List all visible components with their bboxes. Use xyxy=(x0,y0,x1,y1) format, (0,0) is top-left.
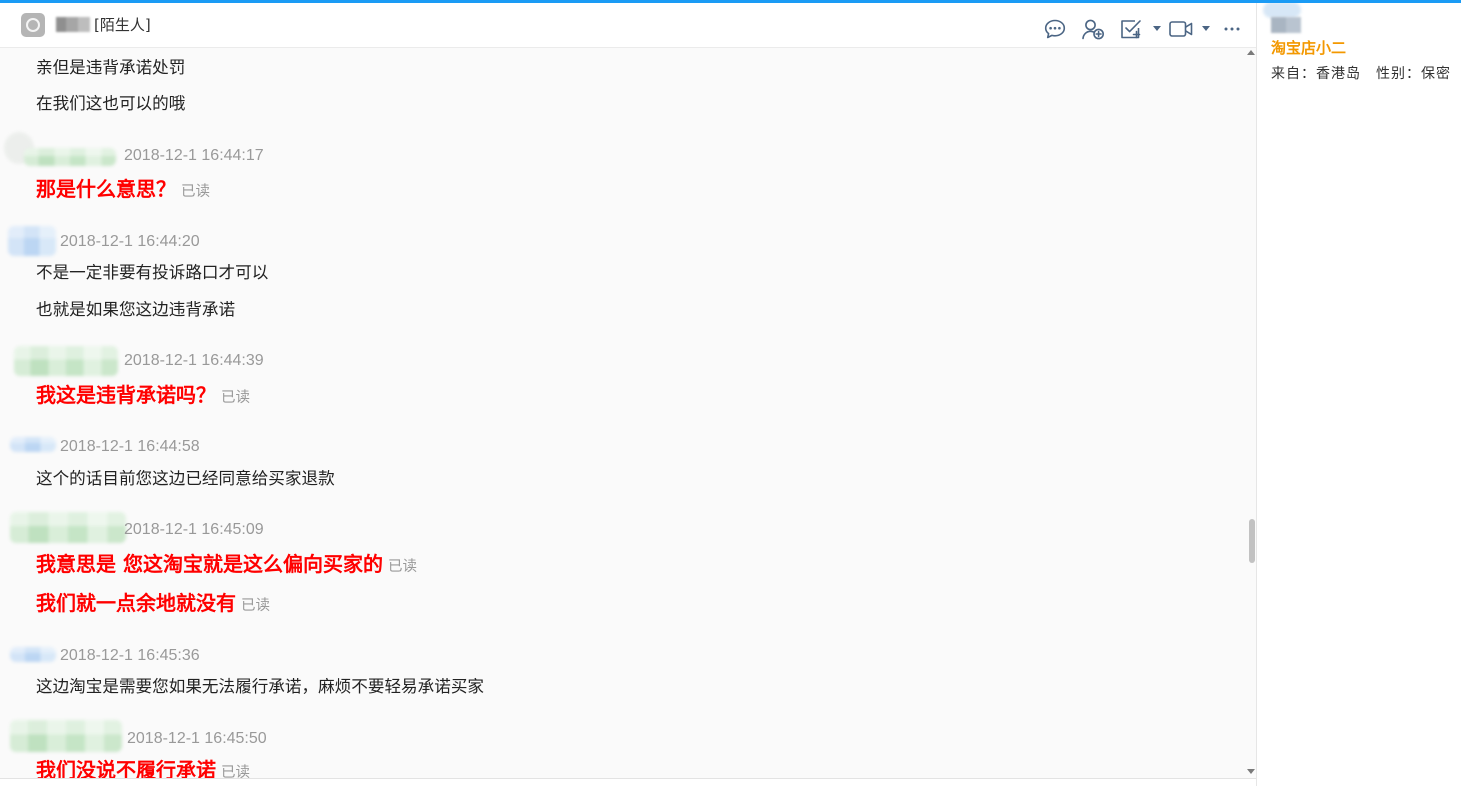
message-text: 我这是违背承诺吗？ xyxy=(36,383,216,407)
add-contact-icon[interactable] xyxy=(1081,18,1105,40)
chevron-down-icon[interactable] xyxy=(1202,26,1210,31)
profile-avatar[interactable] xyxy=(1257,0,1307,36)
contact-name-blurred xyxy=(56,17,90,32)
profile-panel: 淘宝店小二 来自：香港岛 性别：保密 xyxy=(1256,0,1461,786)
profile-info: 来自：香港岛 性别：保密 xyxy=(1271,64,1451,84)
default-avatar-icon[interactable] xyxy=(21,13,45,37)
sender-name-blurred xyxy=(24,148,116,166)
message-timestamp: 2018-12-1 16:44:17 xyxy=(124,147,264,164)
profile-name[interactable]: 淘宝店小二 xyxy=(1271,38,1346,58)
chat-history[interactable]: 亲但是违背承诺处罚 在我们这也可以的哦 2018-12-1 16:44:17 那… xyxy=(0,48,1256,778)
message-timestamp: 2018-12-1 16:44:39 xyxy=(124,352,264,369)
read-status: 已读 xyxy=(241,598,270,614)
read-status: 已读 xyxy=(221,390,250,406)
message-text: 亲但是违背承诺处罚 xyxy=(36,58,186,77)
sender-name-blurred xyxy=(10,647,56,662)
profile-location: 来自：香港岛 xyxy=(1271,66,1361,82)
scroll-up-arrow[interactable] xyxy=(1247,50,1255,55)
read-status: 已读 xyxy=(387,559,417,575)
message-line: 我意思是 您这淘宝就是这么偏向买家的 已读 xyxy=(36,550,417,581)
message-line: 我们没说不履行承诺 已读 xyxy=(36,756,250,778)
message-text: 这个的话目前您这边已经同意给买家退款 xyxy=(36,469,335,488)
message-text: 那是什么意思？ xyxy=(36,177,176,201)
sender-name-blurred xyxy=(14,346,118,376)
message-text: 我们就一点余地就没有 xyxy=(36,591,236,615)
message-text: 我意思是 您这淘宝就是这么偏向买家的 xyxy=(36,552,383,576)
message-timestamp: 2018-12-1 16:45:50 xyxy=(127,730,267,747)
video-call-icon[interactable] xyxy=(1168,19,1194,39)
message-timestamp: 2018-12-1 16:45:36 xyxy=(60,647,200,664)
profile-gender: 性别：保密 xyxy=(1376,66,1451,82)
message-text: 在我们这也可以的哦 xyxy=(36,94,186,113)
chevron-down-icon[interactable] xyxy=(1153,26,1161,31)
message-line: 我们就一点余地就没有 已读 xyxy=(36,589,270,620)
message-text: 我们没说不履行承诺 xyxy=(36,758,216,778)
chat-bubble-icon[interactable] xyxy=(1043,18,1067,40)
read-status: 已读 xyxy=(181,184,210,200)
scroll-thumb[interactable] xyxy=(1249,519,1255,563)
sender-name-blurred xyxy=(10,437,56,452)
message-text: 不是一定非要有投诉路口才可以 xyxy=(36,263,269,282)
read-status: 已读 xyxy=(221,765,250,778)
message-line: 那是什么意思？ 已读 xyxy=(36,175,210,206)
message-line: 我这是违背承诺吗？ 已读 xyxy=(36,381,250,412)
message-text: 也就是如果您这边违背承诺 xyxy=(36,300,236,319)
contact-tag: [陌生人] xyxy=(94,16,151,34)
more-icon[interactable] xyxy=(1224,27,1240,31)
sender-name-blurred xyxy=(10,720,122,752)
message-timestamp: 2018-12-1 16:44:20 xyxy=(60,233,200,250)
sender-name-blurred xyxy=(10,512,126,543)
message-timestamp: 2018-12-1 16:44:58 xyxy=(60,438,200,455)
window-accent-bar xyxy=(0,0,1461,3)
chat-header: [陌生人] xyxy=(0,0,1256,48)
message-timestamp: 2018-12-1 16:45:09 xyxy=(124,521,264,538)
scroll-down-arrow[interactable] xyxy=(1247,769,1255,774)
avatar-ring xyxy=(26,18,40,32)
profile-avatar-blurred-top xyxy=(1263,2,1301,18)
profile-avatar-blurred-bottom xyxy=(1271,17,1301,33)
sender-name-blurred xyxy=(8,226,56,256)
message-text: 这边淘宝是需要您如果无法履行承诺，麻烦不要轻易承诺买家 xyxy=(36,677,485,696)
todo-check-icon[interactable] xyxy=(1119,18,1143,40)
message-input-area[interactable] xyxy=(0,778,1256,786)
